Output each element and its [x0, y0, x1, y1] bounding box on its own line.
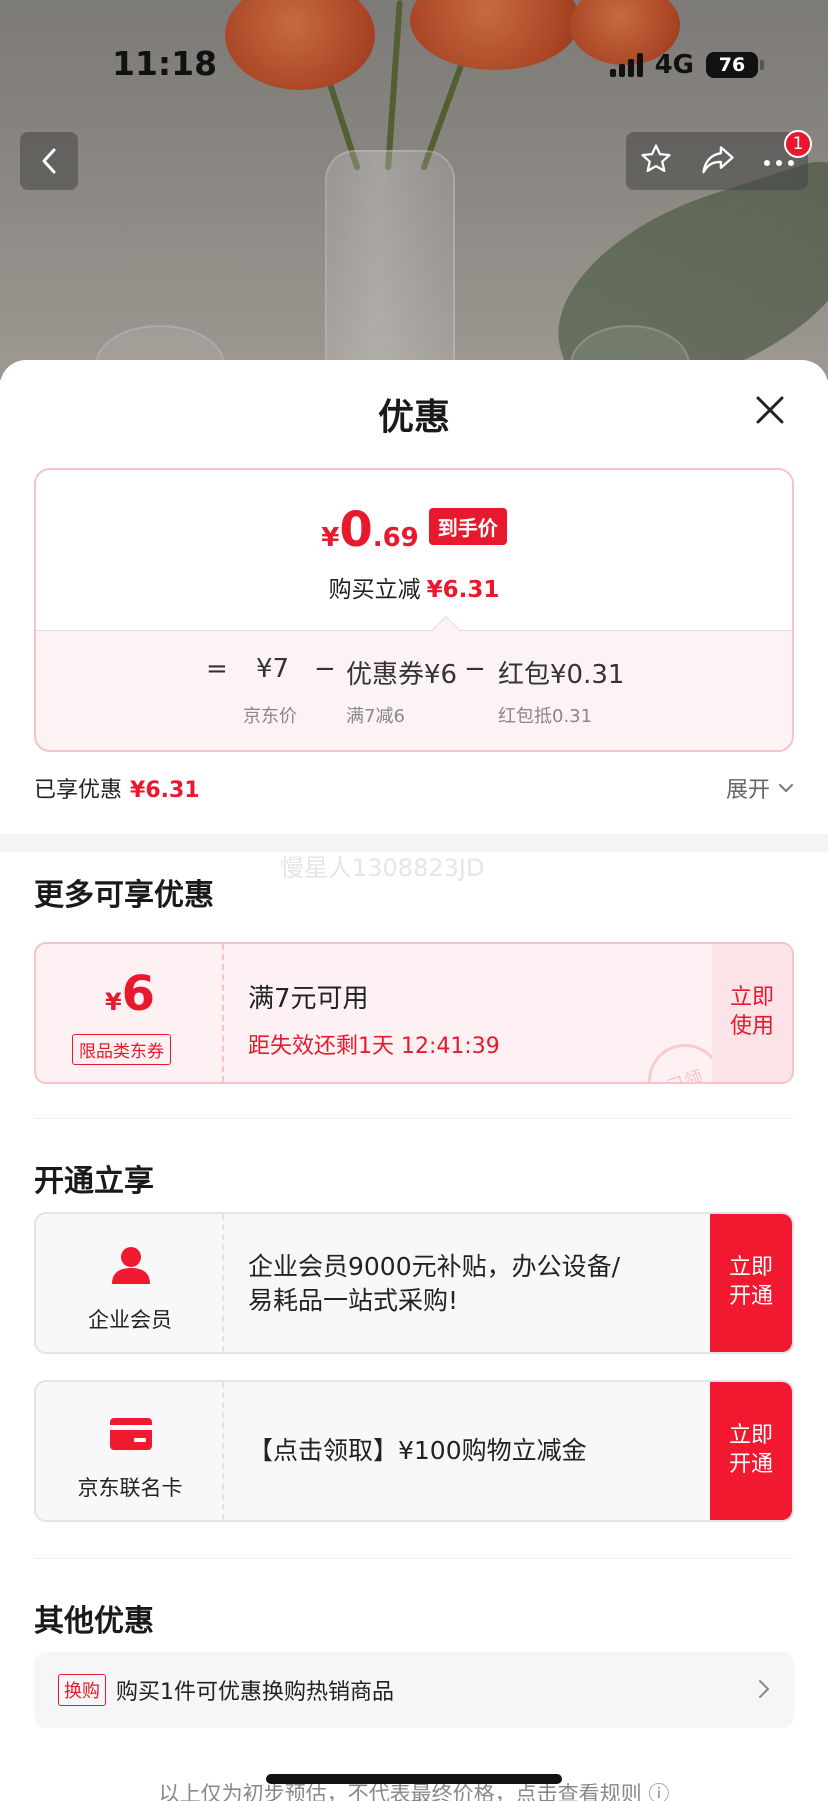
reduce-line: 购买立减 ¥6.31	[328, 577, 500, 603]
enjoyed-discount: 已享优惠 ¥6.31	[34, 778, 200, 803]
price-breakdown	[36, 630, 792, 750]
top-actions	[626, 132, 808, 190]
coupon-value: ¥6	[104, 966, 156, 1022]
home-indicator	[266, 1774, 562, 1784]
exchange-text: 购买1件可优惠换购热销商品	[116, 1680, 394, 1705]
exchange-tag: 换购	[58, 1674, 106, 1706]
network-type: 4G	[654, 50, 694, 80]
star-icon	[641, 144, 671, 173]
chevron-down-icon	[779, 784, 793, 792]
coupon-type-tag: 限品类东券	[72, 1034, 171, 1065]
coupon-amount: 优惠券¥6	[346, 660, 458, 690]
jd-price-label: 京东价	[243, 706, 297, 727]
member-name: 京东联名卡	[77, 1476, 183, 1500]
final-price-tag: 到手价	[428, 507, 507, 545]
expand-button[interactable]: 展开	[726, 772, 794, 804]
user-icon	[112, 1247, 150, 1284]
sheet-title: 优惠	[377, 397, 450, 438]
coupon-condition: 满7元可用	[248, 984, 369, 1014]
discount-sheet: 优惠 ¥ 0 .69 到手价 购买立减 ¥6.31 = ¥7 京东价 − 优惠券¥…	[0, 360, 828, 1801]
status-time: 11:18	[112, 44, 218, 83]
back-button[interactable]	[20, 132, 78, 190]
redpack-label: 红包抵0.31	[498, 706, 593, 727]
share-icon	[702, 146, 734, 174]
divider	[34, 1118, 794, 1119]
close-icon	[756, 396, 784, 424]
watermark: 慢星人1308823JD	[280, 854, 485, 882]
status-icons: 4G 76	[609, 50, 764, 80]
signal-icon	[609, 53, 643, 77]
price-card: ¥ 0 .69 到手价 购买立减 ¥6.31 = ¥7 京东价 − 优惠券¥6 满…	[34, 468, 794, 752]
jd-price: ¥7	[256, 654, 290, 684]
chevron-right-icon	[759, 1680, 769, 1698]
close-button[interactable]	[750, 390, 790, 430]
coupon-countdown: 距失效还剩1天 12:41:39	[248, 1034, 500, 1059]
open-card-button[interactable]: 立即 开通	[710, 1382, 792, 1520]
open-benefits-title: 开通立享	[34, 1164, 154, 1199]
member-desc: 企业会员9000元补贴，办公设备/易耗品一站式采购!	[248, 1252, 621, 1315]
divider	[34, 1558, 794, 1559]
favorite-button[interactable]	[639, 142, 673, 180]
open-member-button[interactable]: 立即 开通	[710, 1214, 792, 1352]
final-price: ¥ 0 .69 到手价	[36, 506, 792, 554]
use-coupon-button[interactable]: 立即 使用	[712, 944, 792, 1082]
share-button[interactable]	[700, 143, 736, 179]
notification-badge: 1	[784, 130, 812, 158]
other-discounts-title: 其他优惠	[34, 1604, 154, 1639]
coupon-label: 满7减6	[346, 706, 405, 727]
member-desc: 【点击领取】¥100购物立减金	[248, 1436, 587, 1465]
redpack-amount: 红包¥0.31	[498, 660, 625, 690]
coupon-card: ¥6 限品类东券 满7元可用 距失效还剩1天 12:41:39 已领 立即 使用	[34, 942, 794, 1084]
member-name: 企业会员	[88, 1308, 172, 1332]
exchange-offer-row[interactable]: 换购 购买1件可优惠换购热销商品	[34, 1652, 794, 1728]
more-discounts-title: 更多可享优惠	[34, 878, 214, 913]
jd-card-card[interactable]: 京东联名卡 【点击领取】¥100购物立减金 立即 开通	[34, 1380, 794, 1522]
enterprise-member-card[interactable]: 企业会员 企业会员9000元补贴，办公设备/易耗品一站式采购! 立即 开通	[34, 1212, 794, 1354]
battery-icon: 76	[706, 52, 764, 78]
credit-card-icon	[110, 1418, 152, 1450]
more-dots-icon	[763, 159, 794, 166]
chevron-left-icon	[42, 148, 56, 174]
